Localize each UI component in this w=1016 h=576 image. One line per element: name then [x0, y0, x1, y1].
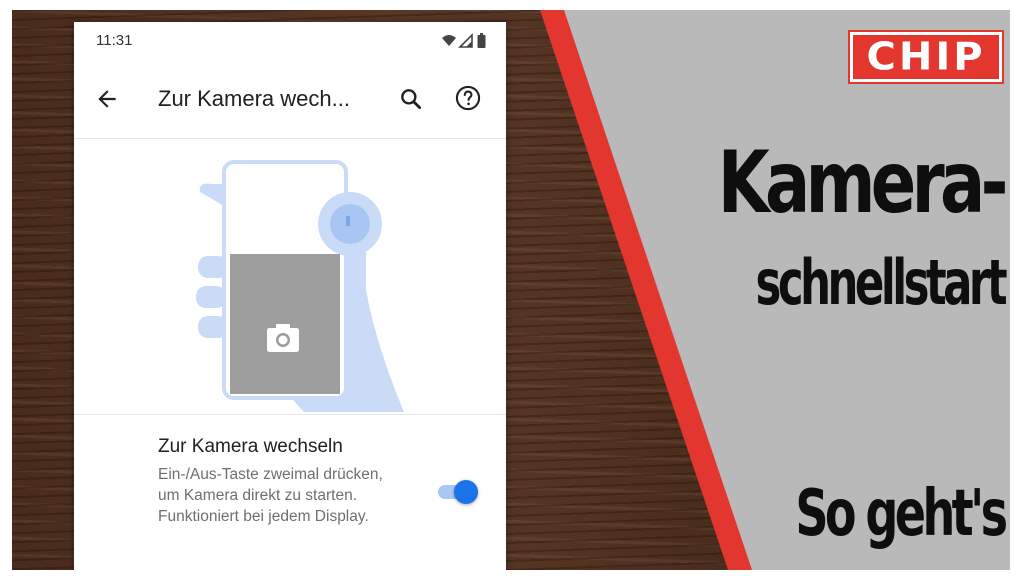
setting-title: Zur Kamera wechseln	[158, 436, 343, 457]
phone-screen: 11:31 Zur Kamera wech... Zur Kamera wech…	[74, 22, 506, 570]
hand-phone-illustration	[196, 160, 404, 412]
search-icon[interactable]	[398, 86, 424, 112]
chip-logo: CHIP	[850, 32, 1002, 82]
status-icons	[442, 33, 486, 48]
camera-switch-toggle[interactable]	[436, 480, 478, 504]
chip-logo-text: CHIP	[866, 35, 986, 79]
divider	[74, 414, 506, 415]
thumbnail-frame: CHIP Kamera- schnellstart So geht's 11:3…	[12, 10, 1010, 570]
headline-line1: Kamera-	[717, 133, 1009, 233]
tagline: So geht's	[794, 477, 1008, 551]
status-time: 11:31	[96, 32, 133, 49]
wifi-icon	[442, 35, 456, 46]
back-arrow-icon[interactable]	[94, 86, 120, 112]
battery-icon	[477, 33, 486, 48]
status-bar: 11:31	[74, 22, 506, 60]
camera-icon	[267, 324, 299, 352]
setting-description: Ein-/Aus-Taste zweimal drücken, um Kamer…	[158, 466, 383, 525]
signal-icon	[458, 33, 473, 48]
help-icon[interactable]	[454, 84, 482, 112]
app-bar: Zur Kamera wech...	[74, 62, 506, 139]
page-title: Zur Kamera wech...	[158, 86, 350, 111]
headline-line2: schnellstart	[755, 246, 1007, 319]
toggle-thumb	[454, 480, 478, 504]
